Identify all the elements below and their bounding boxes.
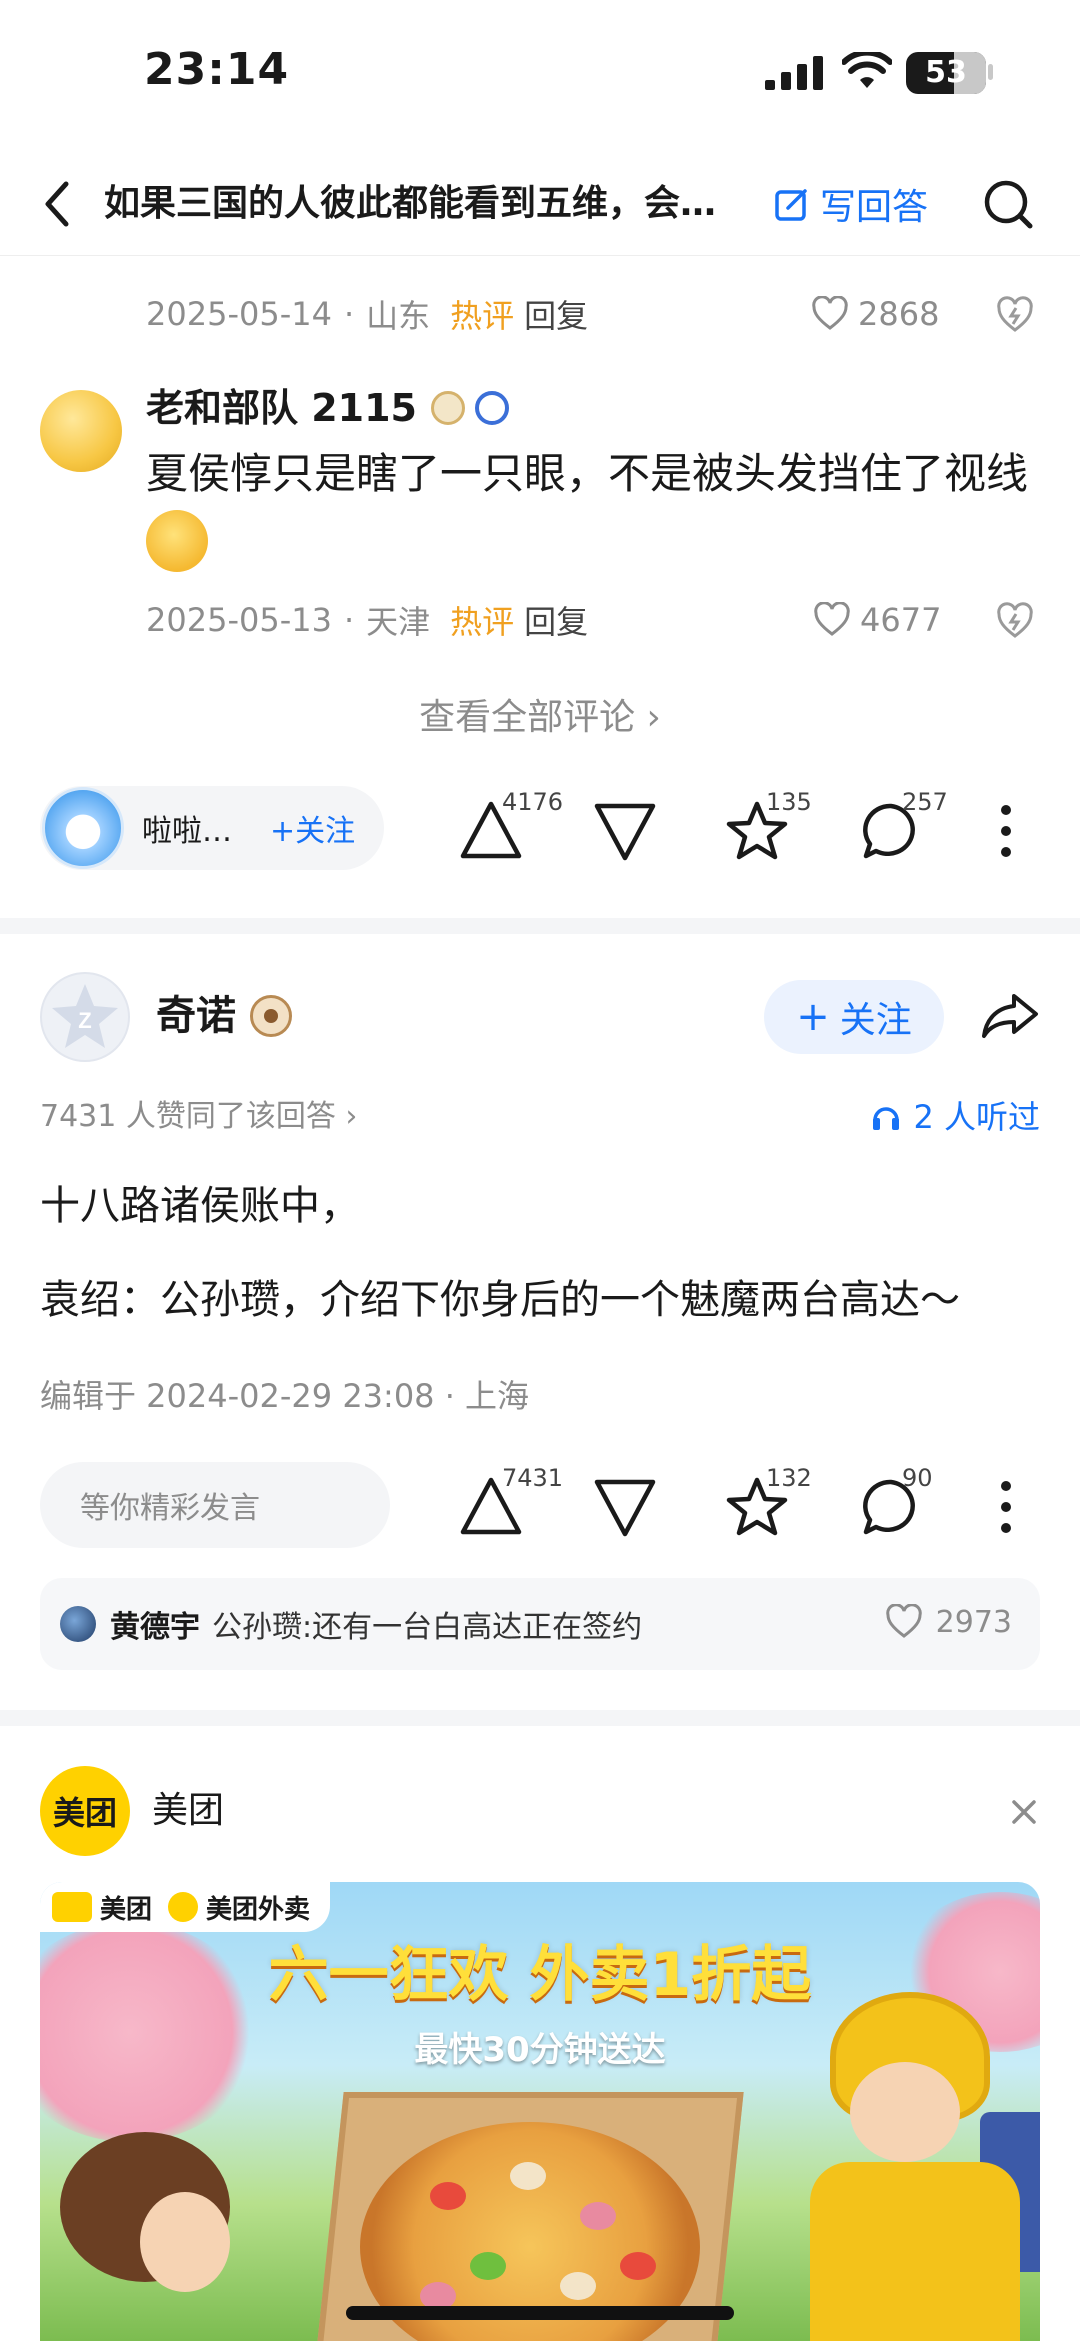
- comment-text-content: 夏侯惇只是瞎了一只眼，不是被头发挡住了视线: [146, 449, 1029, 498]
- favorite-count: 132: [766, 1464, 812, 1492]
- laughing-emoji-icon: [146, 509, 208, 572]
- top-comment-like-button[interactable]: 2973: [885, 1604, 1012, 1640]
- heart-icon: [814, 602, 850, 636]
- section-divider: [0, 1710, 1080, 1726]
- avatar: [42, 787, 124, 869]
- back-arrow-icon[interactable]: [36, 174, 80, 234]
- author-name[interactable]: 奇诺: [156, 988, 292, 1044]
- like-count: 2973: [935, 1604, 1012, 1640]
- follow-button[interactable]: + 关注: [764, 980, 944, 1054]
- dislike-heart-icon[interactable]: [996, 296, 1034, 334]
- dislike-heart-icon[interactable]: [996, 602, 1034, 640]
- follow-button[interactable]: +关注: [270, 806, 355, 850]
- achievement-badge-icon: [431, 391, 465, 425]
- home-indicator[interactable]: [346, 2306, 734, 2320]
- downvote-icon[interactable]: [590, 796, 660, 866]
- battery-level: 53: [925, 55, 967, 90]
- share-arrow-icon[interactable]: [980, 990, 1040, 1042]
- comment-count: 257: [902, 788, 948, 816]
- comment-input[interactable]: 等你精彩发言: [40, 1462, 390, 1548]
- edited-timestamp: 编辑于 2024-02-29 23:08 · 上海: [40, 1377, 530, 1415]
- like-count: 4677: [860, 601, 942, 639]
- heart-icon: [885, 1604, 922, 1638]
- comment-like-button[interactable]: 4677: [814, 598, 941, 642]
- battery-icon: 53: [906, 52, 986, 94]
- section-divider: [0, 918, 1080, 934]
- more-vertical-icon[interactable]: [986, 796, 1026, 866]
- answer-paragraph[interactable]: 十八路诸侯账中，: [40, 1176, 360, 1236]
- ad-advertiser-name[interactable]: 美团: [152, 1786, 224, 1836]
- answer-paragraph[interactable]: 袁绍：公孙瓒，介绍下你身后的一个魅魔两台高达～: [40, 1270, 960, 1330]
- comment-input-placeholder: 等你精彩发言: [80, 1491, 260, 1526]
- comment-meta: 2025-05-14 · 山东 热评 回复: [146, 292, 588, 336]
- default-avatar-icon: Z: [52, 984, 118, 1048]
- listened-count[interactable]: 2 人听过: [871, 1094, 1040, 1140]
- comment-text[interactable]: 夏侯惇只是瞎了一只眼，不是被头发挡住了视线: [146, 442, 1046, 572]
- agree-count-link[interactable]: 7431 人赞同了该回答 ›: [40, 1094, 357, 1140]
- headphones-icon: [873, 1107, 900, 1130]
- ad-avatar[interactable]: 美团: [40, 1766, 130, 1856]
- status-time: 23:14: [144, 44, 290, 95]
- delivery-rider-illustration: [810, 1992, 1040, 2341]
- ad-banner[interactable]: 美团 美团外卖 六一狂欢 外卖1折起 最快30分钟送达: [40, 1882, 1040, 2341]
- meituan-waimai-logo-icon: [168, 1892, 199, 1922]
- author-avatar[interactable]: Z: [40, 972, 130, 1062]
- meituan-logo-icon: [52, 1892, 92, 1922]
- upvote-count: 4176: [502, 788, 564, 816]
- more-vertical-icon[interactable]: [986, 1472, 1026, 1542]
- author-follow-pill[interactable]: 啦啦… +关注: [40, 786, 384, 870]
- ad-tag: 美团: [100, 1894, 153, 1925]
- status-bar: 23:14 53: [0, 0, 1080, 140]
- comment-like-button[interactable]: 2868: [812, 292, 939, 336]
- ad-brand-tags: 美团 美团外卖: [40, 1882, 331, 1932]
- follow-label: 关注: [839, 1000, 912, 1041]
- eye-badge-icon: [250, 995, 292, 1037]
- hot-comment-tag: 热评: [450, 297, 515, 335]
- plus-icon: +: [796, 994, 830, 1040]
- cellular-signal-icon: [765, 56, 823, 90]
- author-name-text: 奇诺: [156, 993, 236, 1039]
- like-count: 2868: [858, 295, 940, 333]
- downvote-icon[interactable]: [590, 1472, 660, 1542]
- comment-date: 2025-05-13: [146, 601, 332, 639]
- verified-badge-icon: [475, 391, 509, 425]
- comment-meta: 2025-05-13 · 天津 热评 回复: [146, 598, 588, 642]
- comment-date: 2025-05-14: [146, 295, 332, 333]
- avatar[interactable]: [40, 390, 122, 472]
- upvote-count: 7431: [502, 1464, 564, 1492]
- heart-icon: [812, 296, 848, 330]
- avatar: [60, 1606, 96, 1642]
- commenter-name[interactable]: 老和部队 2115: [146, 380, 509, 436]
- top-comment-author: 黄德宇: [110, 1610, 200, 1645]
- question-title[interactable]: 如果三国的人彼此都能看到五维，会…: [104, 178, 764, 230]
- top-comment-text: 公孙瓒:还有一台白高达正在签约: [212, 1610, 643, 1645]
- comment-location: 山东: [366, 297, 431, 335]
- view-all-comments-link[interactable]: 查看全部评论 ›: [0, 688, 1080, 748]
- close-icon[interactable]: [1006, 1794, 1042, 1830]
- edit-icon: [775, 189, 807, 221]
- svg-text:Z: Z: [78, 1008, 91, 1033]
- comment-location: 天津: [366, 603, 431, 641]
- comment-count: 90: [902, 1464, 933, 1492]
- question-header: 如果三国的人彼此都能看到五维，会… 写回答: [0, 152, 1080, 256]
- top-comment-preview[interactable]: 黄德宇 公孙瓒:还有一台白高达正在签约 2973: [40, 1578, 1040, 1670]
- author-name: 啦啦…: [142, 814, 232, 849]
- reply-button[interactable]: 回复: [524, 291, 588, 337]
- commenter-name-text: 老和部队 2115: [146, 386, 417, 430]
- write-answer-label: 写回答: [820, 187, 929, 228]
- child-illustration: [60, 2132, 230, 2341]
- write-answer-button[interactable]: 写回答: [774, 178, 928, 230]
- reply-button[interactable]: 回复: [524, 597, 588, 643]
- listened-label: 2 人听过: [913, 1098, 1040, 1136]
- wifi-icon: [842, 52, 892, 88]
- ad-tag: 美团外卖: [206, 1894, 311, 1925]
- hot-comment-tag: 热评: [450, 603, 515, 641]
- search-icon[interactable]: [982, 178, 1034, 230]
- favorite-count: 135: [766, 788, 812, 816]
